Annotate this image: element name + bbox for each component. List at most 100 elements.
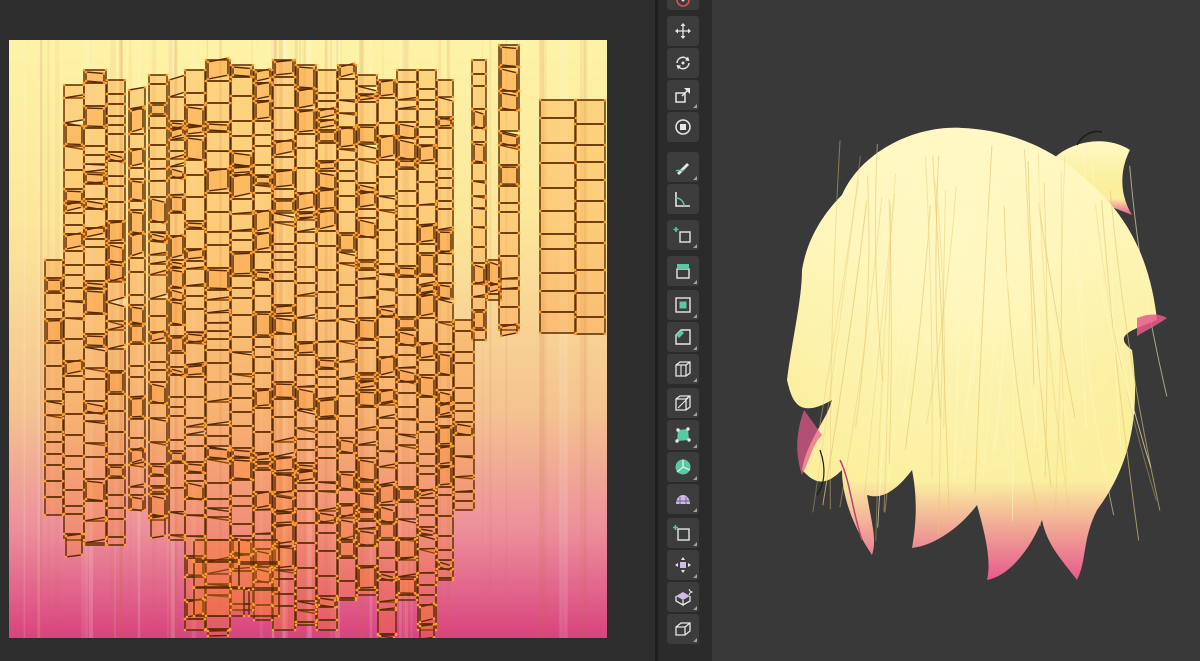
uv-vertex[interactable] [273, 153, 277, 157]
uv-vertex[interactable] [296, 479, 300, 483]
uv-vertex[interactable] [355, 258, 359, 262]
uv-vertex[interactable] [84, 70, 88, 74]
uv-vertex[interactable] [107, 262, 111, 266]
uv-face[interactable] [379, 388, 395, 404]
uv-vertex[interactable] [416, 274, 420, 278]
uv-vertex[interactable] [165, 262, 169, 266]
uv-vertex[interactable] [123, 543, 127, 547]
uv-vertex[interactable] [204, 538, 208, 542]
uv-face[interactable] [295, 147, 317, 169]
uv-vertex[interactable] [183, 161, 187, 164]
uv-vertex[interactable] [61, 463, 65, 467]
uv-vertex[interactable] [517, 287, 521, 291]
uv-vertex[interactable] [123, 343, 127, 347]
uv-vertex[interactable] [538, 271, 542, 275]
uv-face[interactable] [436, 321, 454, 345]
uv-vertex[interactable] [273, 521, 277, 525]
uv-vertex[interactable] [107, 152, 111, 156]
uv-vertex[interactable] [107, 390, 111, 394]
uv-vertex[interactable] [252, 532, 256, 536]
uv-vertex[interactable] [470, 225, 474, 229]
uv-vertex[interactable] [432, 602, 436, 605]
uv-vertex[interactable] [271, 83, 275, 87]
uv-vertex[interactable] [43, 308, 47, 312]
uv-vertex[interactable] [163, 490, 167, 494]
uv-vertex[interactable] [434, 358, 438, 362]
uv-vertex[interactable] [229, 504, 233, 508]
uv-vertex[interactable] [270, 144, 274, 148]
uv-vertex[interactable] [437, 442, 441, 446]
uv-vertex[interactable] [312, 86, 316, 90]
uv-vertex[interactable] [315, 574, 319, 578]
uv-vertex[interactable] [82, 68, 86, 72]
uv-vertex[interactable] [312, 341, 316, 345]
uv-face[interactable] [184, 159, 206, 176]
uv-vertex[interactable] [102, 344, 106, 347]
uv-face[interactable] [232, 172, 252, 198]
uv-vertex[interactable] [394, 578, 398, 582]
uv-vertex[interactable] [335, 417, 339, 421]
uv-vertex[interactable] [333, 188, 337, 191]
uv-vertex[interactable] [335, 268, 339, 272]
uv-vertex[interactable] [355, 564, 359, 568]
shear-tool-button[interactable] [667, 582, 699, 612]
uv-face[interactable] [398, 267, 416, 277]
uv-face[interactable] [232, 459, 252, 480]
uv-vertex[interactable] [82, 245, 86, 249]
uv-vertex[interactable] [231, 454, 235, 458]
uv-vertex[interactable] [357, 510, 361, 514]
uv-face[interactable] [130, 496, 144, 512]
uv-vertex[interactable] [315, 244, 319, 248]
uv-vertex[interactable] [314, 541, 318, 545]
uv-vertex[interactable] [338, 75, 342, 79]
uv-face[interactable] [205, 244, 231, 269]
uv-vertex[interactable] [435, 485, 439, 489]
uv-vertex[interactable] [121, 264, 125, 268]
uv-vertex[interactable] [517, 65, 521, 69]
uv-vertex[interactable] [105, 369, 109, 373]
uv-vertex[interactable] [127, 447, 131, 451]
uv-vertex[interactable] [185, 556, 189, 560]
uv-vertex[interactable] [451, 558, 455, 562]
uv-vertex[interactable] [376, 578, 380, 582]
uv-vertex[interactable] [82, 197, 86, 201]
uv-vertex[interactable] [201, 557, 205, 560]
uv-vertex[interactable] [183, 95, 187, 99]
uv-face[interactable] [44, 365, 64, 390]
uv-vertex[interactable] [357, 233, 361, 237]
uv-vertex[interactable] [497, 305, 501, 309]
uv-vertex[interactable] [84, 409, 88, 413]
uv-vertex[interactable] [470, 161, 474, 165]
uv-vertex[interactable] [204, 434, 208, 438]
uv-vertex[interactable] [376, 556, 380, 560]
uv-vertex[interactable] [181, 253, 185, 257]
uv-vertex[interactable] [397, 155, 401, 159]
uv-vertex[interactable] [228, 329, 232, 333]
uv-vertex[interactable] [237, 586, 241, 590]
uv-vertex[interactable] [497, 143, 501, 147]
uv-vertex[interactable] [104, 171, 108, 175]
uv-vertex[interactable] [415, 189, 419, 193]
uv-vertex[interactable] [107, 157, 111, 161]
uv-vertex[interactable] [229, 552, 233, 556]
uv-vertex[interactable] [451, 342, 455, 346]
uv-vertex[interactable] [434, 87, 438, 91]
uv-vertex[interactable] [82, 512, 86, 516]
uv-vertex[interactable] [392, 310, 396, 314]
uv-vertex[interactable] [312, 109, 316, 112]
uv-vertex[interactable] [82, 207, 86, 211]
uv-vertex[interactable] [231, 166, 235, 170]
uv-vertex[interactable] [335, 385, 339, 389]
uv-vertex[interactable] [376, 315, 380, 319]
uv-vertex[interactable] [314, 461, 318, 465]
uv-vertex[interactable] [183, 176, 187, 180]
uv-vertex[interactable] [413, 317, 417, 321]
uv-vertex[interactable] [203, 534, 207, 538]
uv-vertex[interactable] [82, 187, 86, 191]
uv-face[interactable] [574, 269, 606, 294]
uv-face[interactable] [63, 317, 85, 340]
uv-vertex[interactable] [415, 598, 419, 602]
uv-vertex[interactable] [271, 250, 275, 254]
uv-vertex[interactable] [336, 488, 340, 492]
uv-vertex[interactable] [123, 123, 127, 127]
